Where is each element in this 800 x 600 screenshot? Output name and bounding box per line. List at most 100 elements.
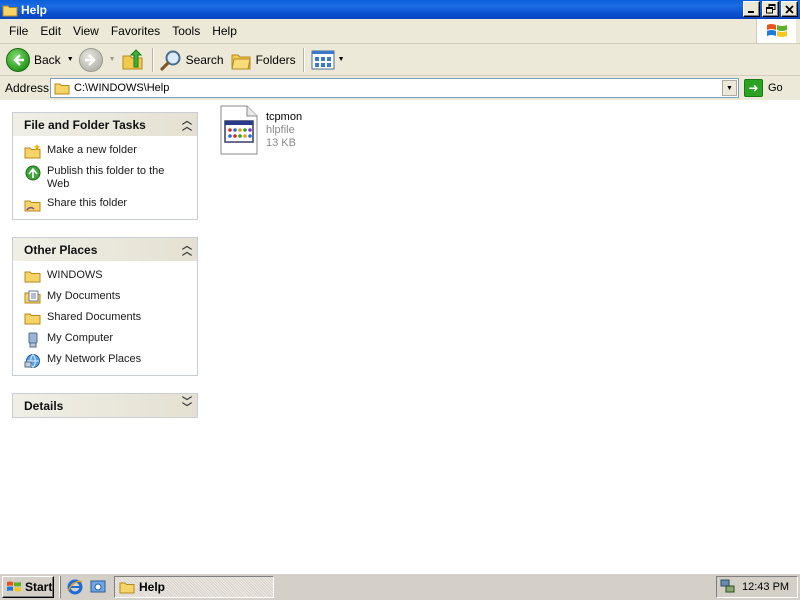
place-label: WINDOWS (47, 269, 103, 281)
address-bar: Address C:\WINDOWS\Help ▼ ➜ Go (0, 77, 800, 99)
panel-title: Other Places (24, 242, 98, 257)
task-label: Share this folder (47, 197, 128, 209)
publish-web-icon (24, 165, 42, 180)
back-dropdown-icon[interactable]: ▼ (67, 56, 74, 63)
go-arrow-icon: ➜ (744, 79, 763, 97)
file-folder-tasks-header[interactable]: File and Folder Tasks ︿ ︿ (13, 113, 197, 136)
toolbar-separator (151, 47, 153, 72)
go-label: Go (768, 82, 783, 94)
forward-button[interactable] (76, 46, 106, 74)
restore-button[interactable] (762, 1, 779, 17)
file-size: 13 KB (266, 137, 296, 149)
folder-icon (2, 3, 18, 17)
close-icon (785, 4, 794, 14)
menu-help[interactable]: Help (206, 21, 243, 41)
back-button[interactable]: Back (3, 46, 64, 74)
place-my-network-places[interactable]: My Network Places (24, 353, 197, 368)
windows-flag-icon (766, 24, 787, 37)
place-label: My Network Places (47, 353, 142, 365)
show-desktop-icon[interactable] (88, 577, 108, 597)
up-folder-icon (122, 48, 143, 69)
system-tray: 12:43 PM (716, 576, 798, 598)
title-bar[interactable]: Help (0, 0, 800, 19)
task-publish-web[interactable]: Publish this folder to the Web (24, 165, 197, 191)
up-folder-button[interactable] (118, 46, 148, 74)
folder-icon (24, 311, 42, 326)
back-arrow-icon (6, 47, 30, 72)
toolbar-separator (302, 47, 304, 72)
taskbar-window-help[interactable]: Help (114, 576, 274, 598)
search-icon (159, 50, 181, 71)
task-label: Make a new folder (47, 144, 137, 156)
expand-icon[interactable]: ﹀ ﹀ (182, 397, 192, 413)
folders-label: Folders (255, 52, 296, 67)
place-label: My Computer (47, 332, 114, 344)
address-label: Address (5, 81, 50, 95)
share-folder-icon (24, 197, 42, 212)
views-button[interactable]: ▼ (308, 46, 350, 74)
taskbar: Start Help 12:43 PM (0, 573, 800, 600)
minimize-button[interactable] (743, 1, 760, 17)
taskbar-window-label: Help (139, 580, 166, 594)
place-shared-documents[interactable]: Shared Documents (24, 311, 197, 326)
quick-launch (60, 576, 108, 598)
menu-file[interactable]: File (3, 21, 34, 41)
forward-dropdown-icon[interactable]: ▼ (109, 56, 116, 63)
other-places-header[interactable]: Other Places ︿ ︿ (13, 238, 197, 261)
menu-tools[interactable]: Tools (166, 21, 206, 41)
place-label: Shared Documents (47, 311, 142, 323)
my-computer-icon (24, 332, 42, 347)
back-label: Back (34, 52, 61, 67)
window-title: Help (21, 2, 48, 17)
clock[interactable]: 12:43 PM (742, 581, 789, 593)
task-share-folder[interactable]: Share this folder (24, 197, 197, 212)
start-button[interactable]: Start (2, 576, 54, 598)
standard-toolbar: Back ▼ ▼ Search Folders ▼ (0, 44, 800, 76)
network-places-icon (24, 353, 42, 368)
restore-icon (765, 4, 775, 14)
file-folder-tasks-panel: File and Folder Tasks ︿ ︿ Make a new fold… (12, 112, 198, 220)
file-name: tcpmon (266, 111, 303, 123)
network-tray-icon[interactable] (720, 578, 736, 597)
folder-view[interactable]: File and Folder Tasks ︿ ︿ Make a new fold… (0, 100, 800, 573)
place-my-computer[interactable]: My Computer (24, 332, 197, 347)
place-windows[interactable]: WINDOWS (24, 269, 197, 284)
go-button[interactable]: ➜ Go (744, 78, 783, 98)
place-label: My Documents (47, 290, 121, 302)
new-folder-icon (24, 144, 42, 159)
menu-bar: File Edit View Favorites Tools Help (0, 19, 800, 44)
windows-flag-icon (7, 581, 21, 592)
menu-edit[interactable]: Edit (34, 21, 67, 41)
folder-icon (119, 582, 135, 593)
minimize-icon (748, 10, 754, 13)
menu-view[interactable]: View (67, 21, 105, 41)
folder-icon (24, 269, 42, 284)
windows-logo (756, 19, 796, 43)
task-make-new-folder[interactable]: Make a new folder (24, 144, 197, 159)
collapse-icon[interactable]: ︿ ︿ (182, 241, 192, 257)
place-my-documents[interactable]: My Documents (24, 290, 197, 305)
details-header[interactable]: Details ﹀ ﹀ (13, 394, 197, 417)
search-label: Search (185, 52, 224, 67)
file-item[interactable]: tcpmon hlpfile 13 KB (219, 105, 302, 155)
search-button[interactable]: Search (157, 46, 227, 74)
panel-title: Details (24, 398, 64, 413)
forward-arrow-icon (78, 47, 103, 72)
start-label: Start (25, 580, 53, 594)
file-type: hlpfile (266, 124, 295, 136)
task-label: Publish this folder to the Web (47, 165, 165, 190)
details-panel: Details ﹀ ﹀ (12, 393, 198, 418)
folders-button[interactable]: Folders (227, 46, 299, 74)
folders-icon (230, 54, 251, 69)
folder-icon (54, 83, 70, 94)
address-dropdown-button[interactable]: ▼ (722, 80, 737, 96)
collapse-icon[interactable]: ︿ ︿ (182, 116, 192, 132)
address-input[interactable]: C:\WINDOWS\Help ▼ (50, 78, 739, 98)
views-icon (311, 50, 335, 69)
internet-explorer-icon[interactable] (65, 577, 85, 597)
address-value: C:\WINDOWS\Help (74, 82, 170, 94)
close-button[interactable] (781, 1, 798, 17)
menu-favorites[interactable]: Favorites (105, 21, 166, 41)
other-places-panel: Other Places ︿ ︿ WINDOWS My Documents Sh… (12, 237, 198, 376)
help-file-icon (220, 105, 258, 155)
